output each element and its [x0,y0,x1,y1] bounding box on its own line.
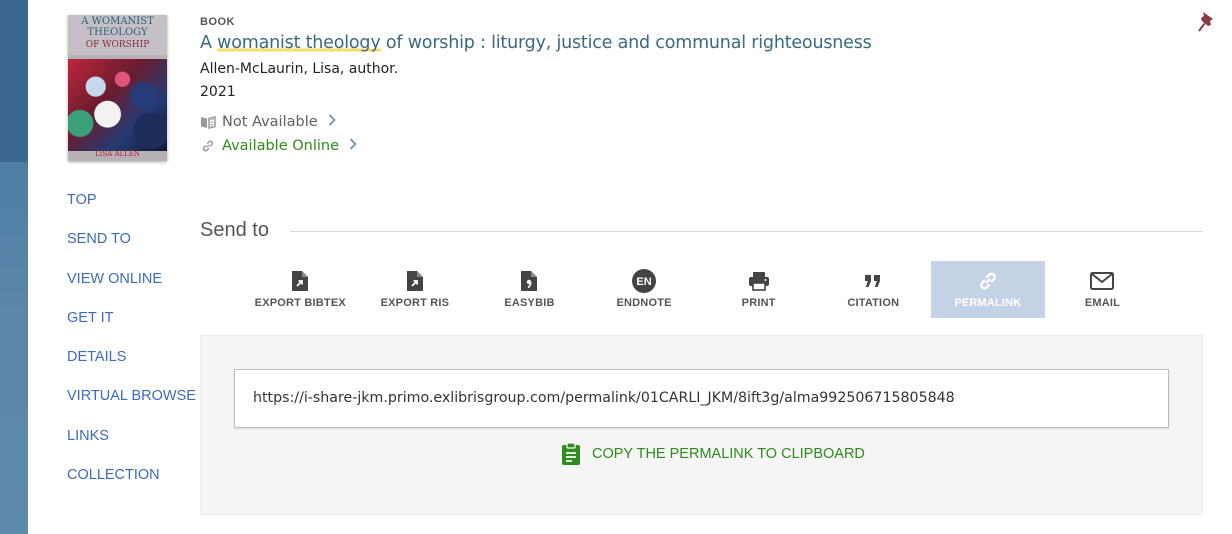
easybib-label: EASYBIB [504,297,555,309]
cover-title-line: A WOMANIST [81,16,154,27]
export-bibtex-button[interactable]: EXPORT BIBTEX [243,261,358,318]
page-backdrop-shade [0,0,28,162]
send-to-actions: EXPORT BIBTEX EXPORT RIS EASYBIB EN ENDN… [243,261,1160,318]
citation-label: CITATION [847,297,900,309]
availability-print-label[interactable]: Not Available [222,114,318,130]
page-backdrop [0,0,28,534]
citation-button[interactable]: CITATION [816,261,931,318]
nav-item-view-online[interactable]: VIEW ONLINE [67,269,196,308]
copy-permalink-button[interactable]: COPY THE PERMALINK TO CLIPBOARD [561,442,865,466]
chevron-right-icon [328,114,336,130]
email-label: EMAIL [1084,297,1121,309]
resource-type-label: BOOK [200,16,235,28]
export-icon [403,269,427,293]
export-bibtex-label: EXPORT BIBTEX [254,297,346,309]
record-author: Allen-McLaurin, Lisa, author. [200,61,399,77]
quote-icon [861,269,885,293]
nav-item-get-it[interactable]: GET IT [67,308,196,347]
cover-author: LISA ALLEN [94,150,141,158]
nav-item-collection[interactable]: COLLECTION [67,465,196,504]
record-section-nav: TOP SEND TO VIEW ONLINE GET IT DETAILS V… [67,190,196,504]
export-ris-label: EXPORT RIS [380,297,450,309]
link-icon [200,138,216,154]
copy-permalink-label[interactable]: COPY THE PERMALINK TO CLIPBOARD [592,446,865,462]
record-title-suffix[interactable]: of worship : liturgy, justice and commun… [381,33,872,53]
open-book-icon [200,114,216,130]
endnote-button[interactable]: EN ENDNOTE [587,261,702,318]
cover-title-line: THEOLOGY [87,27,148,38]
clipboard-icon [561,442,583,466]
chevron-right-icon [349,138,357,154]
endnote-label: ENDNOTE [616,297,672,309]
endnote-icon: EN [632,269,657,293]
record-year: 2021 [200,84,236,100]
nav-item-send-to[interactable]: SEND TO [67,229,196,268]
cover-title-line: OF WORSHIP [85,40,150,50]
availability-online-label[interactable]: Available Online [222,138,339,154]
export-ris-button[interactable]: EXPORT RIS [358,261,473,318]
availability-online[interactable]: Available Online [200,138,357,154]
divider [290,231,1203,232]
printer-icon [747,269,771,293]
book-cover[interactable]: A WOMANIST THEOLOGY OF WORSHIP LISA ALLE… [68,15,167,161]
envelope-icon [1090,269,1115,293]
permalink-button[interactable]: PERMALINK [930,261,1046,318]
endnote-badge-text: EN [636,276,651,288]
permalink-label: PERMALINK [954,297,1022,309]
availability-print[interactable]: Not Available [200,114,336,130]
cover-title-area: A WOMANIST THEOLOGY OF WORSHIP [68,15,167,55]
nav-item-virtual-browse[interactable]: VIRTUAL BROWSE [67,386,196,425]
print-label: PRINT [741,297,776,309]
link-icon [976,269,1000,293]
cover-artwork [68,59,167,151]
email-button[interactable]: EMAIL [1045,261,1160,318]
nav-item-links[interactable]: LINKS [67,426,196,465]
easybib-icon [517,269,541,293]
record-title-highlight[interactable]: womanist theology [217,33,381,53]
send-to-heading: Send to [200,219,269,241]
nav-item-details[interactable]: DETAILS [67,347,196,386]
permalink-url-field[interactable]: https://i-share-jkm.primo.exlibrisgroup.… [234,369,1169,428]
nav-item-top[interactable]: TOP [67,190,196,229]
pin-icon[interactable] [1196,10,1216,34]
record-title-prefix[interactable]: A [200,33,217,53]
easybib-button[interactable]: EASYBIB [472,261,587,318]
print-button[interactable]: PRINT [701,261,816,318]
export-icon [288,269,312,293]
record-title[interactable]: A womanist theology of worship : liturgy… [200,33,872,53]
